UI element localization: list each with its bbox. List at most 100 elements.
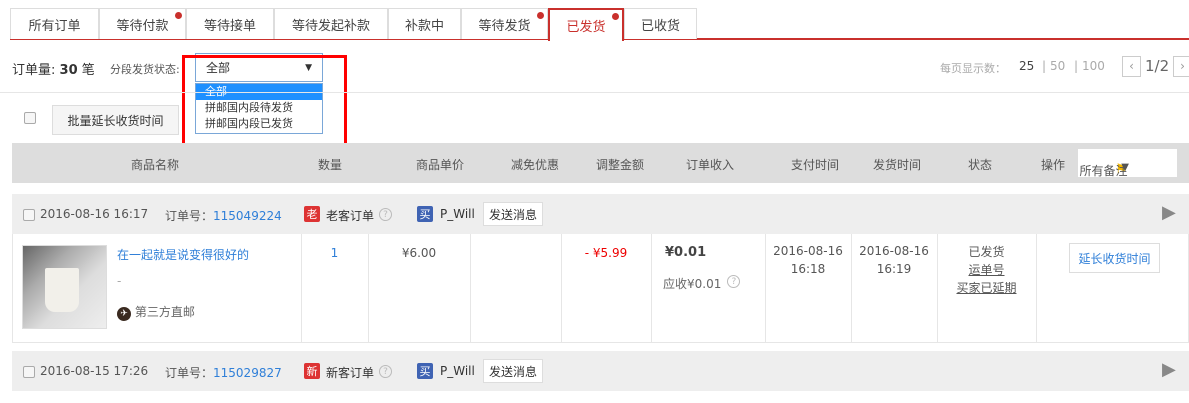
next-page-button[interactable]: › (1173, 56, 1189, 77)
order-checkbox[interactable] (23, 209, 35, 221)
ship-clock: 16:19 (876, 262, 912, 276)
tab-supplementing[interactable]: 补款中 (388, 8, 461, 39)
plane-icon: ✈ (117, 307, 131, 321)
help-icon[interactable]: ? (379, 208, 392, 221)
order-income: ¥0.01 (665, 245, 707, 260)
send-message-button[interactable]: 发送消息 (483, 202, 543, 226)
order-checkbox[interactable] (23, 366, 35, 378)
order-number-link[interactable]: 115029827 (213, 366, 282, 380)
notification-dot (175, 12, 182, 19)
order-time: 2016-08-16 16:17 (40, 207, 149, 221)
buyer-name[interactable]: P_Will (440, 364, 475, 378)
per-page-100[interactable]: 100 (1082, 59, 1105, 73)
order-tabs: 所有订单 等待付款 等待接单 等待发起补款 补款中 等待发货 已发货 已收货 (10, 8, 1189, 41)
order-count-label: 订单量: (12, 63, 56, 78)
column-header: 订单收入 (685, 158, 735, 172)
tab-label: 已发货 (566, 20, 606, 35)
shipment-status-select[interactable]: 全部 ▼ (195, 53, 323, 82)
flag-icon[interactable]: ▶ (1162, 202, 1176, 223)
tab-awaiting-supplement[interactable]: 等待发起补款 (274, 8, 388, 39)
pay-date: 2016-08-16 (773, 244, 843, 258)
tab-label: 等待接单 (203, 18, 256, 34)
help-icon[interactable]: ? (379, 365, 392, 378)
prev-page-button[interactable]: ‹ (1122, 56, 1141, 77)
order-count-value: 30 (59, 63, 78, 78)
buyer-name[interactable]: P_Will (440, 207, 475, 221)
product-name-link[interactable]: 在一起就是说变得很好的 (117, 246, 249, 263)
notes-filter-button[interactable]: ⚑ 所有备注 ▼ (1077, 148, 1178, 178)
column-header: 商品单价 (415, 158, 465, 172)
buyer-badge: 买 (417, 363, 433, 379)
order-row: 在一起就是说变得很好的 - ✈ 第三方直邮 1 ¥6.00 - ¥5.99 ¥0… (12, 234, 1189, 343)
status-text: 已发货 (968, 245, 1005, 259)
column-header: 调整金额 (595, 158, 645, 172)
caret-down-icon: ▼ (305, 62, 312, 73)
notification-dot (612, 13, 619, 20)
button-label: 延长收货时间 (1078, 251, 1151, 266)
column-header: 商品名称 (130, 158, 180, 172)
shipping-method: ✈ 第三方直邮 (117, 303, 195, 321)
column-header: 数量 (317, 158, 343, 172)
order-time: 2016-08-15 17:26 (40, 364, 149, 378)
extend-receipt-button[interactable]: 延长收货时间 (1069, 243, 1160, 273)
old-customer-badge: 老 (304, 206, 320, 222)
notification-dot (537, 12, 544, 19)
order-number: 订单号：115049224 (165, 207, 282, 224)
tab-label: 等待发货 (478, 18, 531, 34)
page-indicator: 1/2 (1145, 57, 1170, 75)
select-all-checkbox[interactable] (24, 112, 36, 124)
help-icon[interactable]: ? (727, 275, 741, 288)
tab-awaiting-payment[interactable]: 等待付款 (99, 8, 186, 39)
flag-icon[interactable]: ▶ (1162, 359, 1176, 380)
per-page-25[interactable]: 25 (1019, 59, 1034, 73)
column-header: 支付时间 (790, 158, 840, 172)
table-header: 商品名称 数量 商品单价 减免优惠 调整金额 订单收入 支付时间 发货时间 状态… (12, 143, 1189, 183)
dropdown-option[interactable]: 拼邮国内段已发货 (196, 116, 322, 132)
quantity: 1 (330, 246, 339, 260)
button-label: 发送消息 (488, 207, 537, 222)
caret-down-icon: ▼ (1121, 162, 1129, 173)
dropdown-option[interactable]: 拼邮国内段待发货 (196, 100, 322, 116)
column-header: 状态 (967, 158, 993, 172)
tab-awaiting-shipment[interactable]: 等待发货 (461, 8, 548, 39)
filter-label: 分段发货状态: (110, 63, 180, 76)
per-page-label: 每页显示数： (940, 62, 1006, 75)
tab-label: 补款中 (404, 18, 444, 34)
new-customer-badge: 新 (304, 363, 320, 379)
column-header: 操作 (1040, 158, 1066, 172)
buyer-badge: 买 (417, 206, 433, 222)
tracking-link[interactable]: 运单号 (937, 261, 1036, 279)
tab-awaiting-accept[interactable]: 等待接单 (186, 8, 274, 39)
pay-time: 2016-08-16 16:18 (765, 242, 851, 278)
pay-clock: 16:18 (790, 262, 826, 276)
order-number-link[interactable]: 115049224 (213, 209, 282, 223)
tab-shipped[interactable]: 已发货 (548, 8, 624, 41)
button-label: 发送消息 (488, 364, 537, 379)
ship-date: 2016-08-16 (859, 244, 929, 258)
column-header: 发货时间 (872, 158, 922, 172)
chevron-left-icon: ‹ (1129, 59, 1134, 73)
per-page-50[interactable]: 50 (1050, 59, 1065, 73)
button-label: 所有备注 (1079, 164, 1128, 178)
column-header: 减免优惠 (510, 158, 560, 172)
unit-price: ¥6.00 (401, 246, 437, 260)
send-message-button[interactable]: 发送消息 (483, 359, 543, 383)
order-count: 订单量: 30 笔 (12, 59, 95, 78)
receivable: 应收¥0.01? (663, 275, 741, 292)
order-count-unit: 笔 (81, 63, 95, 78)
tab-label: 等待付款 (116, 18, 169, 34)
customer-type: 新客订单 (326, 366, 375, 380)
product-spec: - (117, 274, 122, 288)
order-number-label: 订单号： (165, 366, 214, 380)
tab-received[interactable]: 已收货 (624, 8, 697, 39)
button-label: 批量延长收货时间 (67, 113, 164, 128)
order-number: 订单号：115029827 (165, 364, 282, 381)
tab-all-orders[interactable]: 所有订单 (10, 8, 99, 39)
order-number-label: 订单号： (165, 209, 214, 223)
buyer-extended-link[interactable]: 买家已延期 (937, 279, 1036, 297)
batch-extend-button[interactable]: 批量延长收货时间 (52, 105, 179, 135)
product-image[interactable] (22, 245, 107, 329)
tab-label: 等待发起补款 (291, 18, 370, 34)
divider (0, 92, 1189, 93)
tab-label: 所有订单 (28, 18, 81, 34)
